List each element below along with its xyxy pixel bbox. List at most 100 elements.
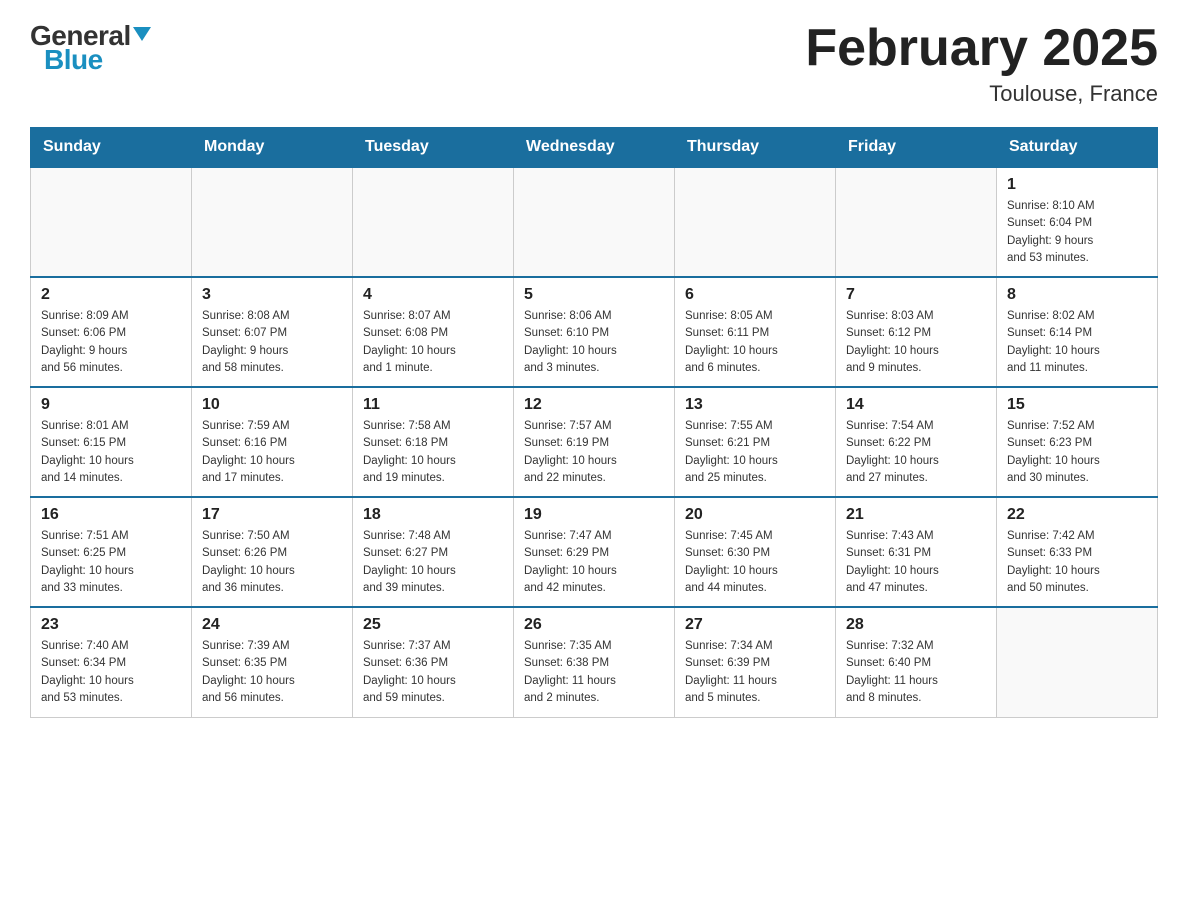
day-of-week-header: Monday — [192, 128, 353, 168]
day-info: Sunrise: 8:10 AMSunset: 6:04 PMDaylight:… — [1007, 198, 1147, 267]
day-number: 19 — [524, 506, 664, 524]
day-info: Sunrise: 7:58 AMSunset: 6:18 PMDaylight:… — [363, 418, 503, 487]
day-number: 6 — [685, 286, 825, 304]
day-number: 8 — [1007, 286, 1147, 304]
calendar-cell: 4 Sunrise: 8:07 AMSunset: 6:08 PMDaylight… — [353, 277, 514, 387]
calendar-cell: 2 Sunrise: 8:09 AMSunset: 6:06 PMDaylight… — [31, 277, 192, 387]
day-info: Sunrise: 8:07 AMSunset: 6:08 PMDaylight:… — [363, 308, 503, 377]
calendar-header-row: SundayMondayTuesdayWednesdayThursdayFrid… — [31, 128, 1158, 168]
day-info: Sunrise: 7:35 AMSunset: 6:38 PMDaylight:… — [524, 638, 664, 707]
calendar-cell: 25Sunrise: 7:37 AMSunset: 6:36 PMDayligh… — [353, 607, 514, 717]
calendar-cell: 20Sunrise: 7:45 AMSunset: 6:30 PMDayligh… — [675, 497, 836, 607]
day-of-week-header: Wednesday — [514, 128, 675, 168]
day-info: Sunrise: 7:47 AMSunset: 6:29 PMDaylight:… — [524, 528, 664, 597]
day-info: Sunrise: 8:01 AMSunset: 6:15 PMDaylight:… — [41, 418, 181, 487]
day-info: Sunrise: 8:06 AMSunset: 6:10 PMDaylight:… — [524, 308, 664, 377]
day-info: Sunrise: 7:45 AMSunset: 6:30 PMDaylight:… — [685, 528, 825, 597]
day-number: 1 — [1007, 176, 1147, 194]
day-info: Sunrise: 7:50 AMSunset: 6:26 PMDaylight:… — [202, 528, 342, 597]
day-info: Sunrise: 7:32 AMSunset: 6:40 PMDaylight:… — [846, 638, 986, 707]
day-number: 27 — [685, 616, 825, 634]
day-number: 28 — [846, 616, 986, 634]
logo-blue-text: Blue — [44, 44, 103, 76]
calendar-subtitle: Toulouse, France — [805, 81, 1158, 107]
calendar-cell — [675, 167, 836, 277]
day-number: 22 — [1007, 506, 1147, 524]
calendar-cell — [31, 167, 192, 277]
day-of-week-header: Thursday — [675, 128, 836, 168]
calendar-cell: 6 Sunrise: 8:05 AMSunset: 6:11 PMDaylight… — [675, 277, 836, 387]
calendar-title: February 2025 — [805, 20, 1158, 77]
calendar-cell: 15 Sunrise: 7:52 AMSunset: 6:23 PMDayligh… — [997, 387, 1158, 497]
day-of-week-header: Sunday — [31, 128, 192, 168]
day-info: Sunrise: 8:09 AMSunset: 6:06 PMDaylight:… — [41, 308, 181, 377]
calendar-cell: 1 Sunrise: 8:10 AMSunset: 6:04 PMDaylight… — [997, 167, 1158, 277]
day-info: Sunrise: 7:55 AMSunset: 6:21 PMDaylight:… — [685, 418, 825, 487]
day-number: 11 — [363, 396, 503, 414]
day-info: Sunrise: 8:05 AMSunset: 6:11 PMDaylight:… — [685, 308, 825, 377]
day-number: 2 — [41, 286, 181, 304]
calendar-cell: 13 Sunrise: 7:55 AMSunset: 6:21 PMDayligh… — [675, 387, 836, 497]
calendar-cell: 16 Sunrise: 7:51 AMSunset: 6:25 PMDayligh… — [31, 497, 192, 607]
day-number: 16 — [41, 506, 181, 524]
calendar-cell: 22 Sunrise: 7:42 AMSunset: 6:33 PMDayligh… — [997, 497, 1158, 607]
calendar-cell: 11 Sunrise: 7:58 AMSunset: 6:18 PMDayligh… — [353, 387, 514, 497]
day-info: Sunrise: 8:02 AMSunset: 6:14 PMDaylight:… — [1007, 308, 1147, 377]
day-info: Sunrise: 7:57 AMSunset: 6:19 PMDaylight:… — [524, 418, 664, 487]
calendar-cell — [192, 167, 353, 277]
day-of-week-header: Tuesday — [353, 128, 514, 168]
calendar-cell: 21Sunrise: 7:43 AMSunset: 6:31 PMDayligh… — [836, 497, 997, 607]
day-info: Sunrise: 7:52 AMSunset: 6:23 PMDaylight:… — [1007, 418, 1147, 487]
calendar-cell: 24 Sunrise: 7:39 AMSunset: 6:35 PMDayligh… — [192, 607, 353, 717]
day-number: 14 — [846, 396, 986, 414]
calendar-cell: 28 Sunrise: 7:32 AMSunset: 6:40 PMDayligh… — [836, 607, 997, 717]
logo-triangle-icon — [133, 27, 151, 41]
calendar-cell: 7 Sunrise: 8:03 AMSunset: 6:12 PMDaylight… — [836, 277, 997, 387]
day-number: 4 — [363, 286, 503, 304]
calendar-cell: 27Sunrise: 7:34 AMSunset: 6:39 PMDayligh… — [675, 607, 836, 717]
calendar-cell: 5Sunrise: 8:06 AMSunset: 6:10 PMDaylight… — [514, 277, 675, 387]
calendar-cell: 10 Sunrise: 7:59 AMSunset: 6:16 PMDayligh… — [192, 387, 353, 497]
calendar-cell: 8 Sunrise: 8:02 AMSunset: 6:14 PMDaylight… — [997, 277, 1158, 387]
calendar-cell — [353, 167, 514, 277]
day-info: Sunrise: 7:39 AMSunset: 6:35 PMDaylight:… — [202, 638, 342, 707]
day-info: Sunrise: 8:08 AMSunset: 6:07 PMDaylight:… — [202, 308, 342, 377]
calendar-cell: 23 Sunrise: 7:40 AMSunset: 6:34 PMDayligh… — [31, 607, 192, 717]
calendar-table: SundayMondayTuesdayWednesdayThursdayFrid… — [30, 127, 1158, 718]
page-header: General Blue February 2025 Toulouse, Fra… — [30, 20, 1158, 107]
calendar-cell: 19 Sunrise: 7:47 AMSunset: 6:29 PMDayligh… — [514, 497, 675, 607]
calendar-cell: 18Sunrise: 7:48 AMSunset: 6:27 PMDayligh… — [353, 497, 514, 607]
day-info: Sunrise: 7:42 AMSunset: 6:33 PMDaylight:… — [1007, 528, 1147, 597]
day-number: 17 — [202, 506, 342, 524]
week-row: 23 Sunrise: 7:40 AMSunset: 6:34 PMDayligh… — [31, 607, 1158, 717]
day-number: 15 — [1007, 396, 1147, 414]
day-number: 23 — [41, 616, 181, 634]
calendar-cell: 26 Sunrise: 7:35 AMSunset: 6:38 PMDayligh… — [514, 607, 675, 717]
calendar-cell: 3 Sunrise: 8:08 AMSunset: 6:07 PMDaylight… — [192, 277, 353, 387]
day-number: 13 — [685, 396, 825, 414]
day-info: Sunrise: 7:51 AMSunset: 6:25 PMDaylight:… — [41, 528, 181, 597]
week-row: 16 Sunrise: 7:51 AMSunset: 6:25 PMDayligh… — [31, 497, 1158, 607]
calendar-cell: 12 Sunrise: 7:57 AMSunset: 6:19 PMDayligh… — [514, 387, 675, 497]
day-number: 18 — [363, 506, 503, 524]
day-number: 26 — [524, 616, 664, 634]
calendar-cell — [997, 607, 1158, 717]
title-block: February 2025 Toulouse, France — [805, 20, 1158, 107]
logo: General Blue — [30, 20, 151, 84]
calendar-cell: 9Sunrise: 8:01 AMSunset: 6:15 PMDaylight… — [31, 387, 192, 497]
day-number: 12 — [524, 396, 664, 414]
day-info: Sunrise: 7:59 AMSunset: 6:16 PMDaylight:… — [202, 418, 342, 487]
day-number: 24 — [202, 616, 342, 634]
day-info: Sunrise: 7:40 AMSunset: 6:34 PMDaylight:… — [41, 638, 181, 707]
day-info: Sunrise: 7:43 AMSunset: 6:31 PMDaylight:… — [846, 528, 986, 597]
calendar-cell — [836, 167, 997, 277]
day-of-week-header: Friday — [836, 128, 997, 168]
week-row: 2 Sunrise: 8:09 AMSunset: 6:06 PMDaylight… — [31, 277, 1158, 387]
day-number: 25 — [363, 616, 503, 634]
day-number: 10 — [202, 396, 342, 414]
day-number: 7 — [846, 286, 986, 304]
day-info: Sunrise: 8:03 AMSunset: 6:12 PMDaylight:… — [846, 308, 986, 377]
day-info: Sunrise: 7:54 AMSunset: 6:22 PMDaylight:… — [846, 418, 986, 487]
day-number: 3 — [202, 286, 342, 304]
calendar-cell — [514, 167, 675, 277]
